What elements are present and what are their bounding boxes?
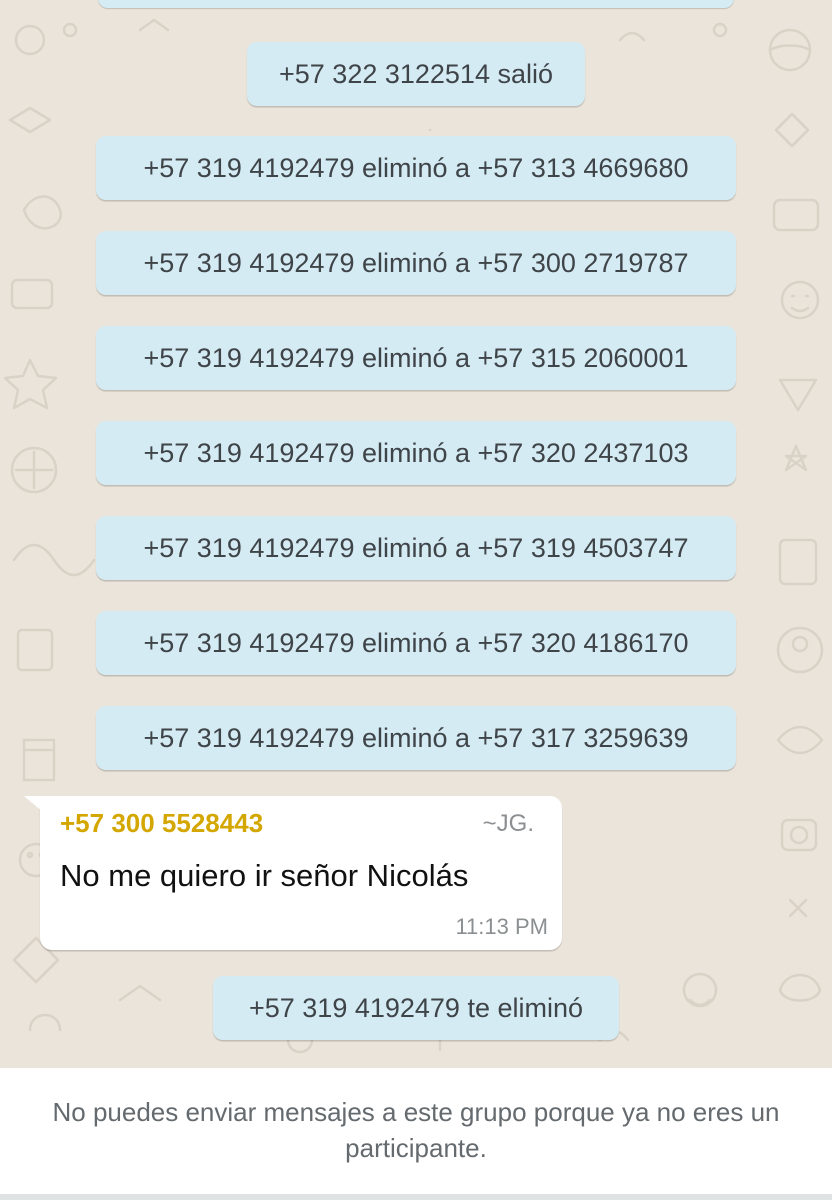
- system-message: +57 319 4192479 eliminó a +57 319 450374…: [96, 516, 736, 580]
- chat-background: +57 322 3122514 salió +57 319 4192479 el…: [0, 0, 832, 1068]
- system-message: +57 319 4192479 eliminó a +57 317 325963…: [96, 706, 736, 770]
- sender-alias: ~JG.: [482, 810, 534, 837]
- message-timestamp: 11:13 PM: [455, 914, 548, 939]
- message-text: No me quiero ir señor Nicolás: [60, 858, 469, 893]
- previous-system-bubble: [98, 0, 734, 8]
- system-message: +57 319 4192479 eliminó a +57 300 271978…: [96, 231, 736, 295]
- footer-notice-bar: No puedes enviar mensajes a este grupo p…: [0, 1068, 832, 1200]
- system-message: +57 319 4192479 eliminó a +57 315 206000…: [96, 326, 736, 390]
- system-message: +57 319 4192479 eliminó a +57 320 418617…: [96, 611, 736, 675]
- system-message: +57 319 4192479 eliminó a +57 313 466968…: [96, 136, 736, 200]
- system-message: +57 322 3122514 salió: [247, 42, 585, 106]
- not-participant-notice: No puedes enviar mensajes a este grupo p…: [52, 1097, 780, 1163]
- incoming-message-bubble[interactable]: +57 300 5528443 ~JG. No me quiero ir señ…: [40, 796, 562, 950]
- system-message: +57 319 4192479 eliminó a +57 320 243710…: [96, 421, 736, 485]
- system-message-removed-you: +57 319 4192479 te eliminó: [213, 976, 619, 1040]
- footer-divider: [0, 1194, 832, 1200]
- sender-phone[interactable]: +57 300 5528443: [60, 808, 263, 839]
